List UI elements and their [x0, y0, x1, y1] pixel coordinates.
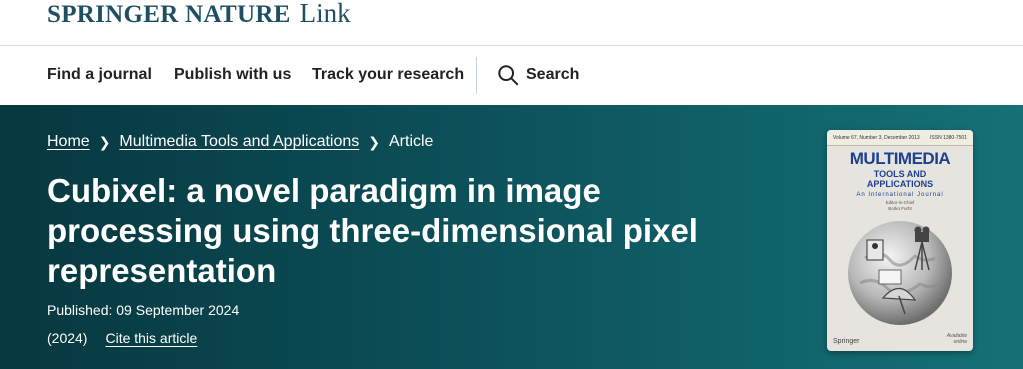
cover-subtitle-1: TOOLS AND [873, 169, 927, 179]
breadcrumb: Home ❯ Multimedia Tools and Applications… [47, 133, 433, 151]
breadcrumb-home[interactable]: Home [47, 133, 90, 151]
breadcrumb-current: Article [389, 133, 434, 150]
cover-globe-image [848, 221, 952, 325]
brand-main: SPRINGER NATURE [47, 1, 291, 28]
article-year: (2024) [47, 330, 88, 346]
brand-link: Link [299, 0, 351, 28]
cover-footer: Springer Available online [833, 333, 967, 345]
cover-online: Available online [947, 333, 967, 345]
cover-issn: ISSN 1380-7501 [930, 135, 967, 141]
cover-issue: Volume 67, Number 3, December 2013 [833, 135, 920, 141]
cover-title: MULTIMEDIA [849, 149, 951, 168]
article-title: Cubixel: a novel paradigm in image proce… [47, 172, 698, 289]
article-meta: (2024) Cite this article [47, 330, 197, 346]
breadcrumb-journal[interactable]: Multimedia Tools and Applications [119, 133, 359, 151]
search-icon [498, 65, 519, 86]
cover-editors-2: Borko Furht [888, 206, 912, 211]
cover-editors: Editor-in-Chief Borko Furht [827, 200, 973, 212]
chevron-right-icon: ❯ [368, 133, 380, 150]
search-label: Search [526, 66, 580, 83]
article-hero: Home ❯ Multimedia Tools and Applications… [0, 105, 1023, 369]
cover-journal-label: An International Journal [856, 192, 944, 198]
published-date: Published: 09 September 2024 [47, 302, 240, 318]
search-button[interactable]: Search [497, 64, 579, 86]
cover-online-2: online [953, 339, 967, 345]
nav-divider [476, 57, 477, 94]
nav-track-research[interactable]: Track your research [312, 66, 464, 84]
main-nav: Find a journal Publish with us Track you… [0, 47, 1023, 105]
top-header: SPRINGER NATURE Link [0, 0, 1023, 46]
springer-nature-link-logo[interactable]: SPRINGER NATURE Link [47, 0, 351, 29]
cover-publisher: Springer [833, 338, 860, 345]
cover-subtitle-2: APPLICATIONS [866, 179, 934, 189]
journal-cover[interactable]: Volume 67, Number 3, December 2013 ISSN … [827, 130, 973, 351]
cite-article-link[interactable]: Cite this article [105, 330, 197, 346]
nav-find-journal[interactable]: Find a journal [47, 66, 152, 84]
nav-publish-with-us[interactable]: Publish with us [174, 66, 291, 84]
cover-issue-band: Volume 67, Number 3, December 2013 ISSN … [827, 130, 973, 146]
chevron-right-icon: ❯ [98, 133, 111, 150]
